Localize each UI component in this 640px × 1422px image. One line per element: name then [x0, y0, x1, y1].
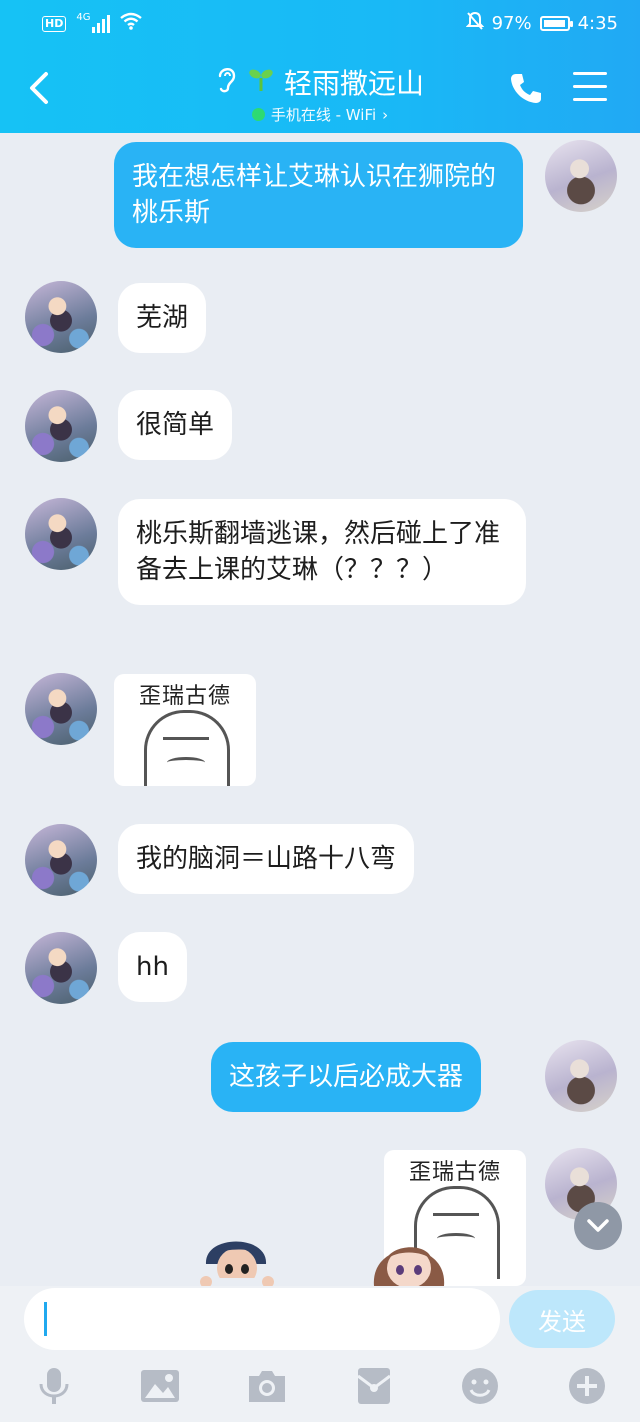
online-status-text: 手机在线 - WiFi — [270, 106, 377, 124]
message-bubble-incoming[interactable]: hh — [118, 932, 187, 1002]
meme-face-icon — [144, 710, 230, 786]
my-avatar[interactable] — [545, 1040, 617, 1112]
scroll-to-bottom-button[interactable] — [574, 1202, 622, 1250]
avatar-character-female — [366, 1224, 452, 1290]
contact-avatar[interactable] — [25, 673, 97, 745]
online-status[interactable]: 手机在线 - WiFi › — [251, 104, 389, 125]
clock: 4:35 — [577, 13, 618, 34]
ear-icon[interactable] — [216, 64, 238, 100]
red-packet-button[interactable] — [354, 1366, 394, 1406]
message-input[interactable] — [24, 1288, 500, 1350]
contact-name: 轻雨撒远山 — [283, 67, 424, 100]
image-button[interactable] — [140, 1366, 180, 1406]
message-bubble-incoming[interactable]: 很简单 — [118, 390, 233, 460]
contact-avatar[interactable] — [25, 390, 97, 462]
contact-avatar[interactable] — [25, 824, 97, 896]
contact-avatar[interactable] — [25, 281, 97, 353]
hd-badge: HD — [42, 15, 67, 32]
camera-icon — [249, 1371, 285, 1402]
message-bubble-outgoing[interactable]: 这孩子以后必成大器 — [211, 1042, 482, 1112]
status-bar: HD 4G 97% 4:35 — [0, 0, 640, 44]
red-packet-icon — [357, 1368, 391, 1404]
message-bubble-incoming[interactable]: 桃乐斯翻墙逃课，然后碰上了准备去上课的艾琳（？？？） — [118, 499, 526, 605]
phone-icon — [511, 74, 541, 103]
plus-icon — [569, 1368, 605, 1404]
mute-bell-icon — [465, 11, 484, 36]
signal-icon — [92, 14, 111, 33]
sprout-icon — [248, 66, 274, 98]
voice-call-button[interactable] — [508, 70, 544, 106]
emoji-button[interactable] — [460, 1366, 500, 1406]
send-button[interactable]: 发送 — [509, 1290, 615, 1348]
online-dot-icon — [251, 108, 265, 121]
microphone-icon — [39, 1368, 69, 1404]
sticker-caption: 歪瑞古德 — [138, 684, 231, 709]
sticker-message[interactable]: 歪瑞古德 — [114, 674, 256, 786]
wifi-icon — [120, 12, 143, 35]
chevron-down-icon — [587, 1219, 609, 1232]
message-bubble-incoming[interactable]: 芜湖 — [118, 283, 207, 353]
my-avatar[interactable] — [545, 140, 617, 212]
message-bubble-outgoing[interactable]: 我在想怎样让艾琳认识在狮院的桃乐斯 — [114, 142, 523, 248]
battery-icon — [539, 16, 573, 31]
contact-avatar[interactable] — [25, 498, 97, 570]
camera-button[interactable] — [247, 1366, 287, 1406]
avatar-character-male — [194, 1224, 280, 1290]
chevron-right-icon: › — [382, 105, 389, 124]
chat-header: HD 4G 97% 4:35 轻雨撒远山 手机在线 - WiFi › — [0, 0, 640, 133]
message-bubble-incoming[interactable]: 我的脑洞＝山路十八弯 — [118, 824, 415, 894]
menu-button[interactable] — [573, 72, 607, 102]
image-icon — [141, 1370, 179, 1402]
battery-percent: 97% — [491, 13, 532, 34]
sticker-caption: 歪瑞古德 — [408, 1160, 501, 1185]
chat-title-area[interactable]: 轻雨撒远山 手机在线 - WiFi › — [0, 62, 640, 125]
emoji-icon — [462, 1368, 498, 1404]
contact-avatar[interactable] — [25, 932, 97, 1004]
more-button[interactable] — [567, 1366, 607, 1406]
network-type: 4G — [76, 12, 91, 23]
voice-input-button[interactable] — [34, 1366, 74, 1406]
text-cursor — [44, 1302, 47, 1336]
